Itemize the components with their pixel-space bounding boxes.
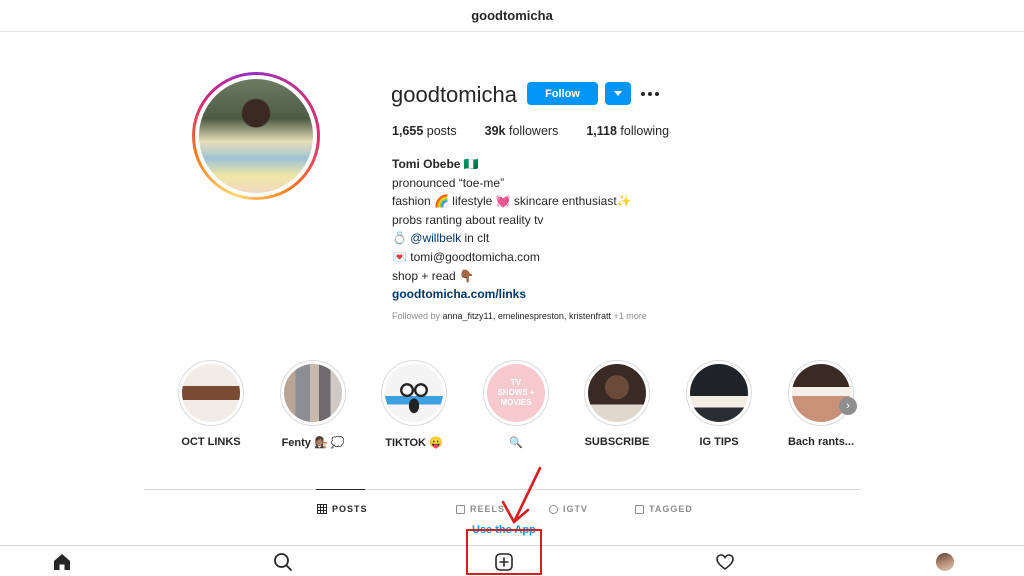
more-dot-icon [641,92,645,96]
tab-posts[interactable]: POSTS [317,504,368,514]
tab-igtv[interactable]: IGTV [549,504,588,514]
search-button[interactable] [272,551,294,573]
bio-mention-link[interactable]: @willbelk [410,231,461,245]
tagged-icon [635,504,644,514]
active-tab-indicator [316,489,365,490]
followed-by[interactable]: Followed by anna_fitzy11, emelinespresto… [392,311,647,321]
highlight-tiktok[interactable]: TIKTOK 😛 [378,360,450,449]
chevron-right-icon: › [846,400,850,412]
bio-line: 💍 @willbelk in clt [392,231,490,246]
follow-button[interactable]: Follow [527,82,598,105]
highlight-tv-shows[interactable]: TV SHOWS + MOVIES 🔍 [480,360,552,449]
profile-avatar[interactable] [192,72,320,200]
top-bar-title: goodtomicha [471,8,553,23]
suggested-accounts-dropdown-button[interactable] [605,82,631,105]
bio-line: pronounced “toe-me” [392,175,505,190]
igtv-icon [549,504,558,514]
annotation-highlight-box [466,529,542,575]
tab-tagged[interactable]: TAGGED [635,504,693,514]
bio-line: fashion 🌈 lifestyle 💓 skincare enthusias… [392,194,632,209]
profile-stats: 1,655 posts 39k followers 1,118 followin… [392,124,697,138]
activity-button[interactable] [714,551,736,573]
tab-reels[interactable]: REELS [456,504,505,514]
highlight-oct-links[interactable]: OCT LINKS [175,360,247,448]
chevron-down-icon [614,91,622,96]
annotation-arrow-icon [501,466,542,524]
highlight-thumbnail [792,364,850,422]
highlight-thumbnail [182,364,240,422]
story-highlights: OCT LINKS Fenty 👩🏽‍⚖️ 💭 TIKTOK 😛 TV SHOW… [175,360,875,455]
following-stat[interactable]: 1,118 following [586,124,669,138]
home-button[interactable] [51,551,73,573]
posts-stat: 1,655 posts [392,124,457,138]
profile-username: goodtomicha [391,82,517,107]
grid-icon [317,504,327,514]
more-options-button[interactable] [640,84,660,104]
profile-bio: Tomi Obebe 🇳🇬 pronounced “toe-me” fashio… [392,155,632,304]
reels-icon [456,504,465,514]
highlight-thumbnail [690,364,748,422]
highlights-next-button[interactable]: › [839,397,857,415]
highlight-thumbnail [588,364,646,422]
top-bar: goodtomicha [0,0,1024,32]
crying-face-icon [385,364,443,422]
bio-line: 💌 tomi@goodtomicha.com [392,249,540,264]
followers-stat[interactable]: 39k followers [485,124,559,138]
highlight-thumbnail: TV SHOWS + MOVIES [487,364,545,422]
search-icon [274,553,292,571]
bio-website-link[interactable]: goodtomicha.com/links [392,285,632,304]
profile-avatar-icon [936,553,954,571]
bio-line: shop + read 👇🏾 [392,268,474,283]
highlight-fenty[interactable]: Fenty 👩🏽‍⚖️ 💭 [277,360,349,449]
highlight-ig-tips[interactable]: IG TIPS [683,360,755,448]
highlight-subscribe[interactable]: SUBSCRIBE [581,360,653,448]
home-icon [54,554,70,570]
profile-nav-button[interactable] [934,551,956,573]
bio-name: Tomi Obebe 🇳🇬 [392,157,479,171]
highlight-thumbnail [284,364,342,422]
profile-photo [199,79,313,193]
heart-icon [716,554,734,571]
bio-line: probs ranting about reality tv [392,212,544,227]
